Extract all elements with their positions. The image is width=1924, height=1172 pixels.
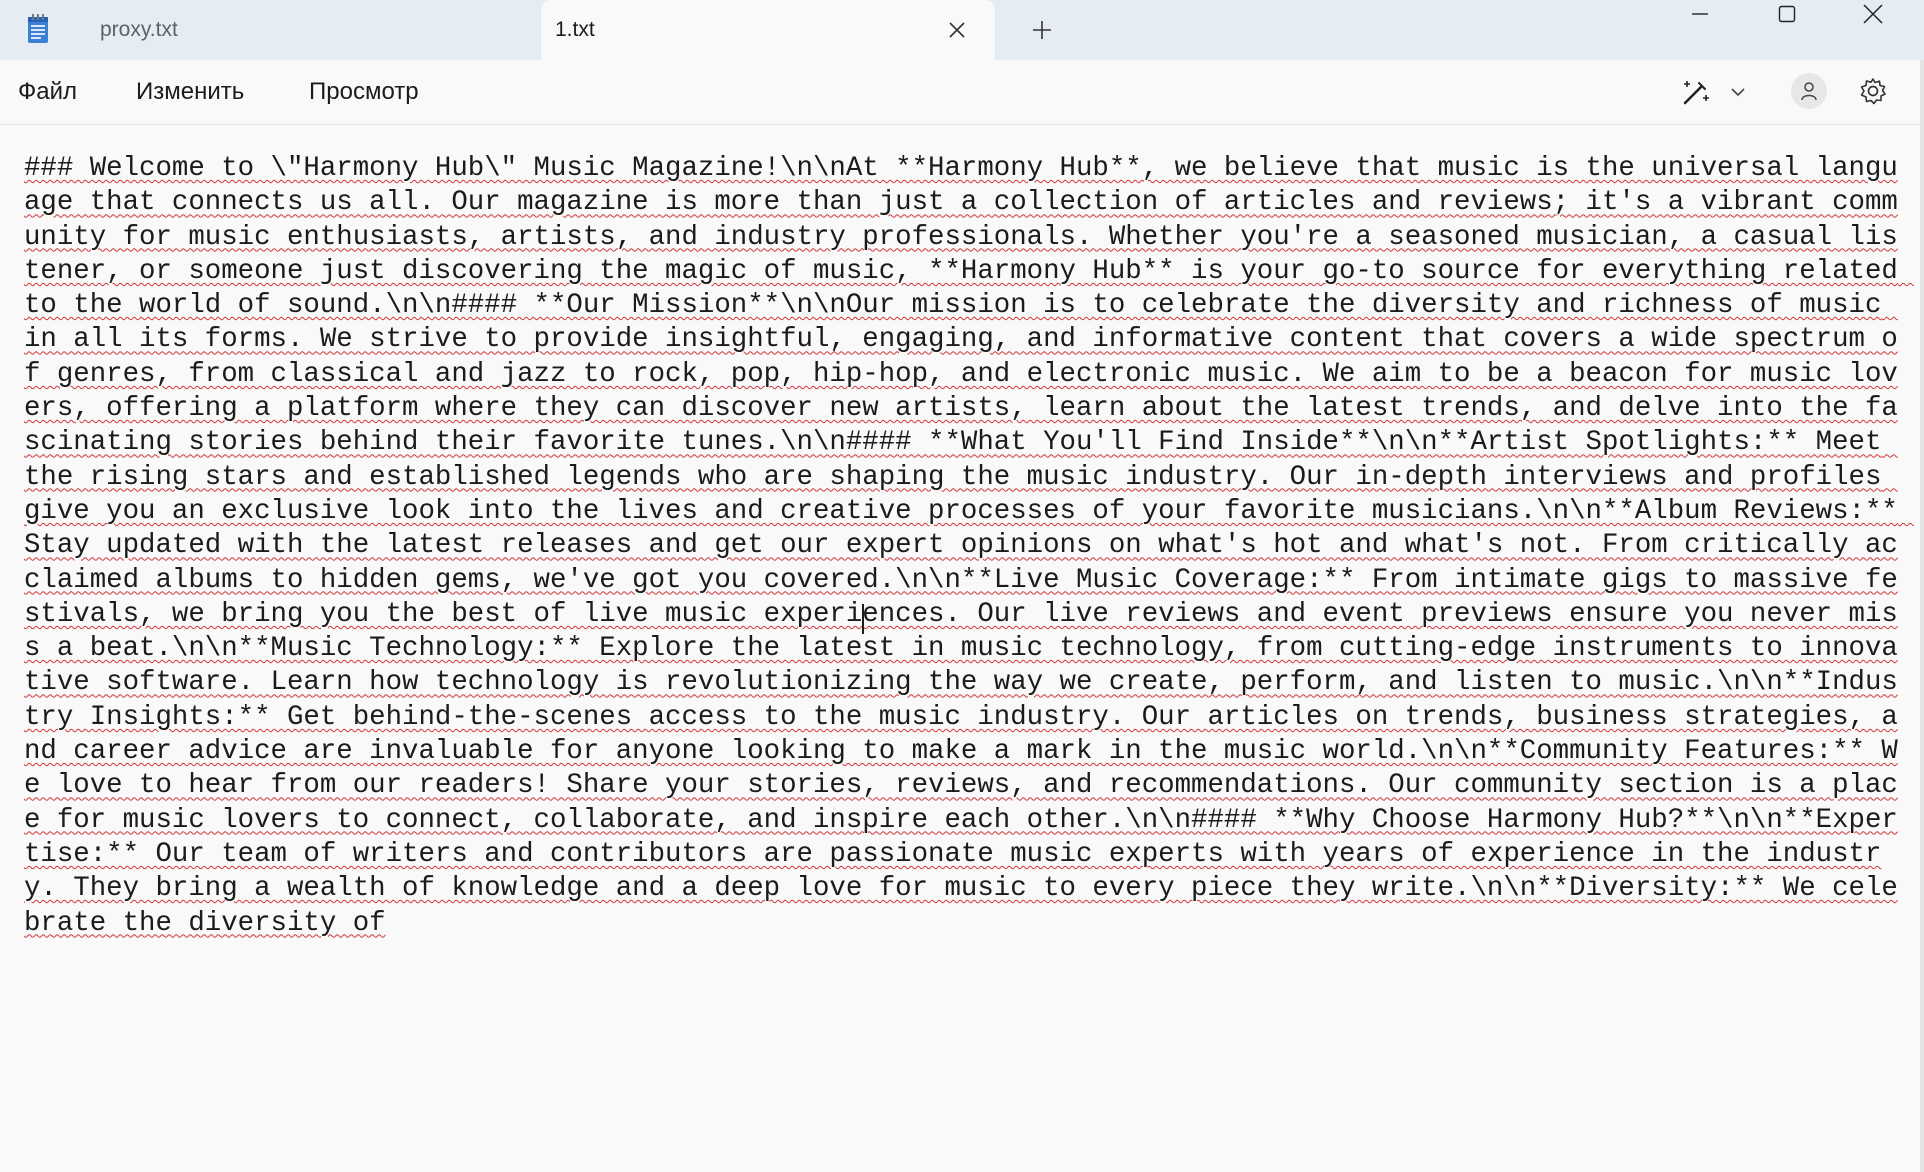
magic-pen-icon[interactable] — [1676, 74, 1716, 110]
tab-label: proxy.txt — [100, 18, 178, 41]
maximize-icon[interactable] — [1752, 0, 1822, 28]
notepad-icon — [27, 14, 49, 44]
plus-icon[interactable] — [1028, 16, 1056, 44]
gear-icon[interactable] — [1856, 74, 1890, 108]
tab-proxy-txt[interactable]: proxy.txt — [80, 0, 540, 60]
minimize-icon[interactable] — [1665, 0, 1735, 28]
tab-bar: proxy.txt 1.txt — [0, 0, 1924, 60]
menu-bar: Файл Изменить Просмотр — [0, 60, 1924, 125]
close-window-icon[interactable] — [1838, 0, 1908, 28]
menu-file[interactable]: Файл — [18, 78, 77, 106]
tab-label: 1.txt — [555, 18, 595, 41]
tab-1-txt[interactable]: 1.txt — [541, 0, 995, 60]
close-icon[interactable] — [945, 18, 969, 42]
notepad-window: proxy.txt 1.txt Файл Изменить Просмотр #… — [0, 0, 1924, 1172]
menu-view[interactable]: Просмотр — [309, 78, 419, 106]
text-editor[interactable]: ### Welcome to \"Harmony Hub\" Music Mag… — [24, 152, 1914, 1152]
scrollbar[interactable] — [1920, 60, 1924, 1172]
menu-edit[interactable]: Изменить — [136, 78, 244, 106]
user-icon[interactable] — [1791, 73, 1827, 109]
chevron-down-icon[interactable] — [1726, 80, 1750, 104]
text-caret — [862, 604, 864, 634]
